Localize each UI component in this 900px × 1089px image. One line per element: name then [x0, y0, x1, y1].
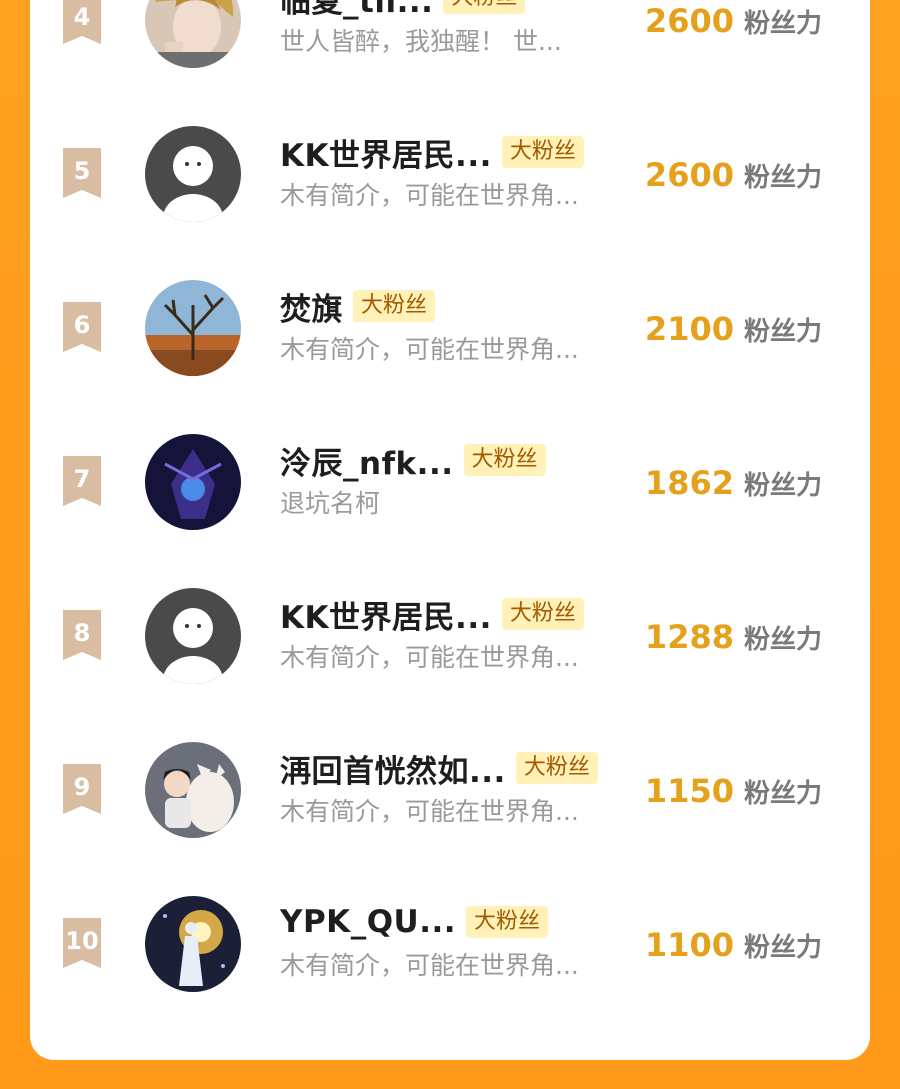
- score-unit: 粉丝力: [743, 163, 822, 193]
- user-bio: 木有简介，可能在世界角...: [280, 335, 579, 364]
- rank-ribbon: 7: [61, 456, 103, 508]
- fan-power-score: 1100 粉丝力: [645, 926, 822, 964]
- user-name[interactable]: 焚旗: [280, 284, 343, 329]
- rank-ribbon: 6: [61, 302, 103, 354]
- user-name[interactable]: YPK_QU...: [280, 904, 456, 940]
- user-name[interactable]: 临夏_tli...: [280, 0, 433, 21]
- ranking-row[interactable]: 8 KK世界居民... 大粉丝 木有简介，可能在世界角... 1288 粉丝力: [30, 582, 870, 692]
- fan-power-score: 1862 粉丝力: [645, 464, 822, 502]
- user-name[interactable]: 洅回首恍然如...: [280, 746, 506, 791]
- anime-boy-avatar[interactable]: [145, 0, 241, 68]
- user-bio: 木有简介，可能在世界角...: [280, 181, 579, 210]
- rank-ribbon: 8: [61, 610, 103, 662]
- rank-ribbon: 9: [61, 764, 103, 816]
- default-avatar[interactable]: [145, 588, 241, 684]
- rank-number: 7: [73, 465, 91, 493]
- score-unit: 粉丝力: [743, 471, 822, 501]
- fan-badge: 大粉丝: [443, 0, 526, 14]
- rank-ribbon: 10: [61, 918, 103, 970]
- desert-tree-avatar[interactable]: [145, 280, 241, 376]
- rank-number: 6: [73, 311, 91, 339]
- fan-power-score: 2100 粉丝力: [645, 310, 822, 348]
- user-name[interactable]: 泠辰_nfk...: [280, 438, 454, 483]
- fan-badge: 大粉丝: [466, 906, 549, 938]
- score-value: 2600: [644, 156, 734, 194]
- default-avatar[interactable]: [145, 126, 241, 222]
- user-bio: 退坑名柯: [280, 489, 381, 518]
- score-unit: 粉丝力: [743, 9, 822, 39]
- dark-fantasy-avatar[interactable]: [145, 434, 241, 530]
- fan-power-score: 2600 粉丝力: [645, 156, 822, 194]
- score-unit: 粉丝力: [743, 317, 822, 347]
- ranking-row[interactable]: 5 KK世界居民... 大粉丝 木有简介，可能在世界角... 2600 粉丝力: [30, 120, 870, 230]
- score-value: 2600: [644, 2, 734, 40]
- boy-and-dog-avatar[interactable]: [145, 742, 241, 838]
- score-unit: 粉丝力: [743, 779, 822, 809]
- ranking-row[interactable]: 10 YPK_QU... 大粉丝 木有简介，可能在世界角... 1100 粉丝力: [30, 890, 870, 1000]
- rank-ribbon: 4: [61, 0, 103, 46]
- score-value: 1150: [644, 772, 734, 810]
- night-light-avatar[interactable]: [145, 896, 241, 992]
- fan-badge: 大粉丝: [353, 290, 436, 322]
- score-unit: 粉丝力: [743, 625, 822, 655]
- fan-power-score: 1150 粉丝力: [645, 772, 822, 810]
- rank-number: 9: [73, 773, 91, 801]
- fan-badge: 大粉丝: [463, 444, 546, 476]
- fan-badge: 大粉丝: [515, 752, 598, 784]
- fan-badge: 大粉丝: [501, 598, 584, 630]
- ranking-row[interactable]: 6 焚旗 大粉丝 木有简介，可能在世界角... 2100 粉丝力: [30, 274, 870, 384]
- user-name[interactable]: KK世界居民...: [280, 592, 492, 637]
- ranking-row[interactable]: 7 泠辰_nfk... 大粉丝 退坑名柯 1862 粉丝力: [30, 428, 870, 538]
- ranking-row[interactable]: 9 洅回首恍然如... 大粉丝 木有简介，可能在世界角... 1150 粉丝力: [30, 736, 870, 846]
- score-value: 1100: [644, 926, 734, 964]
- user-bio: 木有简介，可能在世界角...: [280, 951, 579, 980]
- user-bio: 木有简介，可能在世界角...: [280, 643, 579, 672]
- rank-number: 4: [73, 3, 91, 31]
- score-value: 2100: [644, 310, 734, 348]
- rank-number: 8: [73, 619, 91, 647]
- score-unit: 粉丝力: [743, 933, 822, 963]
- rank-number: 10: [65, 927, 99, 955]
- ranking-row[interactable]: 4 临夏_tli... 大粉丝 世人皆醉，我独醒！ 世... 2600 粉丝力: [30, 0, 870, 76]
- fan-badge: 大粉丝: [501, 136, 584, 168]
- rank-ribbon: 5: [61, 148, 103, 200]
- fan-power-score: 1288 粉丝力: [645, 618, 822, 656]
- fan-power-score: 2600 粉丝力: [645, 2, 822, 40]
- user-bio: 木有简介，可能在世界角...: [280, 797, 579, 826]
- ranking-card: 4 临夏_tli... 大粉丝 世人皆醉，我独醒！ 世... 2600 粉丝力 …: [30, 0, 870, 1060]
- score-value: 1288: [644, 618, 734, 656]
- user-bio: 世人皆醉，我独醒！ 世...: [280, 27, 562, 56]
- score-value: 1862: [644, 464, 734, 502]
- rank-number: 5: [73, 157, 91, 185]
- user-name[interactable]: KK世界居民...: [280, 130, 492, 175]
